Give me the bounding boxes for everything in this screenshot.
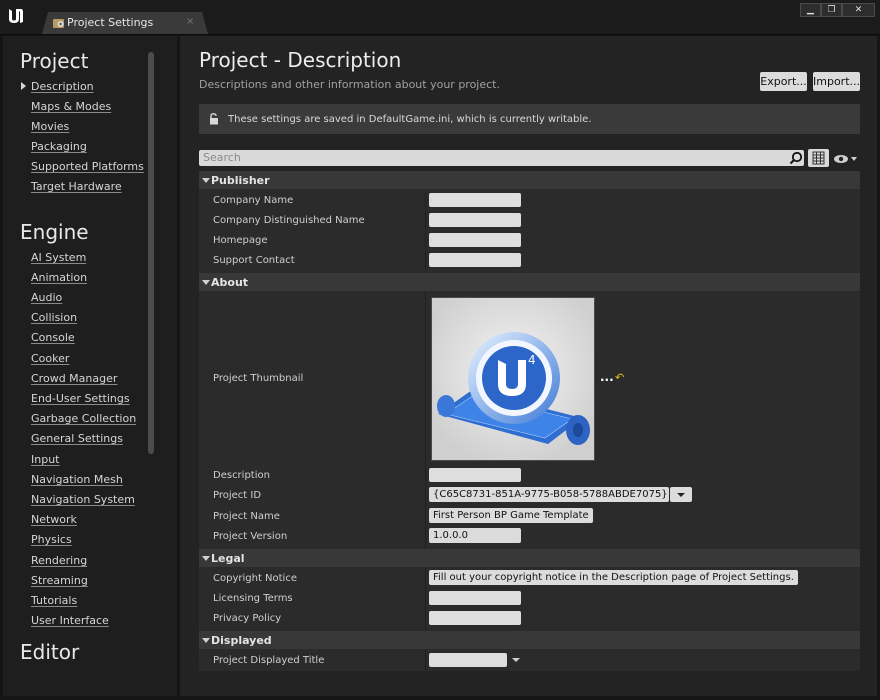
chevron-down-icon[interactable] (511, 657, 521, 663)
collapse-arrow-icon (202, 556, 210, 561)
search-icon[interactable] (789, 151, 803, 165)
privacy-policy-field[interactable] (429, 611, 521, 625)
sidebar-item-cooker[interactable]: Cooker (31, 352, 69, 365)
svg-text:4: 4 (528, 353, 536, 367)
licensing-terms-label: Licensing Terms (213, 593, 293, 604)
collapse-arrow-icon (202, 638, 210, 643)
sidebar-item-target-hardware[interactable]: Target Hardware (31, 180, 122, 193)
sidebar-item-input[interactable]: Input (31, 453, 59, 466)
description-field[interactable] (429, 468, 521, 482)
sidebar-item-animation[interactable]: Animation (31, 271, 87, 284)
sidebar-item-movies[interactable]: Movies (31, 120, 69, 133)
sidebar-item-crowd-manager[interactable]: Crowd Manager (31, 372, 117, 385)
section-publisher-header[interactable] (199, 171, 860, 189)
licensing-terms-field[interactable] (429, 591, 521, 605)
sidebar-item-audio[interactable]: Audio (31, 291, 62, 304)
collapse-arrow-icon (202, 280, 210, 285)
project-id-field[interactable]: {C65C8731-851A-9775-B058-5788ABDE7075} (429, 487, 669, 502)
section-publisher-title: Publisher (211, 174, 270, 187)
section-about-header[interactable] (199, 273, 860, 291)
section-legal-title: Legal (211, 552, 245, 565)
copyright-notice-field[interactable]: Fill out your copyright notice in the De… (429, 570, 798, 585)
category-heading-project: Project (20, 49, 89, 73)
description-label: Description (213, 470, 270, 481)
project-thumbnail-image[interactable]: 4 (431, 297, 595, 461)
page-title: Project - Description (199, 48, 402, 72)
import-button[interactable]: Import... (813, 72, 860, 91)
sidebar-item-rendering[interactable]: Rendering (31, 554, 87, 567)
sidebar-item-network[interactable]: Network (31, 513, 77, 526)
project-displayed-title-label: Project Displayed Title (213, 655, 325, 666)
section-about-title: About (211, 276, 249, 289)
project-thumbnail-label: Project Thumbnail (213, 373, 304, 384)
project-version-field[interactable]: 1.0.0.0 (429, 528, 521, 543)
sidebar-item-user-interface[interactable]: User Interface (31, 614, 109, 627)
support-contact-label: Support Contact (213, 255, 295, 266)
support-contact-field[interactable] (429, 253, 521, 267)
search-placeholder: Search (203, 151, 241, 164)
sidebar-item-garbage-collection[interactable]: Garbage Collection (31, 412, 136, 425)
sidebar-item-navigation-system[interactable]: Navigation System (31, 493, 135, 506)
company-name-field[interactable] (429, 193, 521, 207)
sidebar-item-console[interactable]: Console (31, 331, 75, 344)
settings-gear-icon (53, 19, 64, 28)
unlocked-icon (210, 113, 218, 125)
section-legal-header[interactable] (199, 549, 860, 567)
tab-label: Project Settings (67, 16, 154, 29)
view-options-button[interactable] (808, 149, 829, 167)
tab-close-button[interactable]: × (186, 16, 194, 27)
config-notice-text: These settings are saved in DefaultGame.… (228, 114, 592, 125)
sidebar-item-description[interactable]: Description (31, 80, 94, 93)
project-id-label: Project ID (213, 490, 262, 501)
section-displayed-header[interactable] (199, 631, 860, 649)
sidebar-item-navigation-mesh[interactable]: Navigation Mesh (31, 473, 123, 486)
unreal-logo-icon (9, 9, 23, 23)
sidebar-item-tutorials[interactable]: Tutorials (31, 594, 77, 607)
sidebar-item-maps-modes[interactable]: Maps & Modes (31, 100, 111, 113)
thumbnail-browse-button[interactable]: ... (600, 370, 614, 384)
sidebar-item-streaming[interactable]: Streaming (31, 574, 88, 587)
project-name-field[interactable]: First Person BP Game Template (429, 508, 593, 523)
maximize-button[interactable]: ❐ (821, 3, 842, 17)
sidebar-item-physics[interactable]: Physics (31, 533, 72, 546)
export-button[interactable]: Export... (760, 72, 807, 91)
sidebar-item-packaging[interactable]: Packaging (31, 140, 87, 153)
project-name-label: Project Name (213, 511, 280, 522)
section-displayed-title: Displayed (211, 634, 272, 647)
page-subtitle: Descriptions and other information about… (199, 78, 500, 91)
close-window-button[interactable]: ✕ (842, 3, 875, 17)
visibility-eye-icon[interactable] (833, 153, 859, 165)
sidebar-item-end-user-settings[interactable]: End-User Settings (31, 392, 130, 405)
search-input[interactable] (199, 150, 804, 166)
selected-arrow-icon (21, 82, 26, 90)
grid-view-icon (812, 151, 825, 165)
company-name-label: Company Name (213, 195, 294, 206)
column-divider[interactable] (425, 190, 426, 670)
homepage-field[interactable] (429, 233, 521, 247)
unreal-thumbnail-art: 4 (432, 298, 594, 460)
project-displayed-title-field[interactable] (429, 653, 507, 667)
category-heading-editor: Editor (20, 640, 80, 664)
company-distinguished-name-field[interactable] (429, 213, 521, 227)
sidebar-item-supported-platforms[interactable]: Supported Platforms (31, 160, 144, 173)
category-heading-engine: Engine (20, 220, 89, 244)
copyright-notice-label: Copyright Notice (213, 573, 297, 584)
sidebar-item-general-settings[interactable]: General Settings (31, 432, 123, 445)
project-version-label: Project Version (213, 531, 288, 542)
company-distinguished-name-label: Company Distinguished Name (213, 215, 365, 226)
sidebar-item-collision[interactable]: Collision (31, 311, 77, 324)
collapse-arrow-icon (202, 178, 210, 183)
reset-to-default-icon[interactable]: ↶ (615, 371, 624, 384)
sidebar-scrollbar[interactable] (148, 52, 154, 454)
project-id-dropdown-button[interactable] (670, 487, 692, 502)
chevron-down-icon (677, 493, 685, 497)
minimize-button[interactable]: ▁ (800, 3, 821, 17)
sidebar-item-ai-system[interactable]: AI System (31, 251, 86, 264)
privacy-policy-label: Privacy Policy (213, 613, 282, 624)
homepage-label: Homepage (213, 235, 268, 246)
